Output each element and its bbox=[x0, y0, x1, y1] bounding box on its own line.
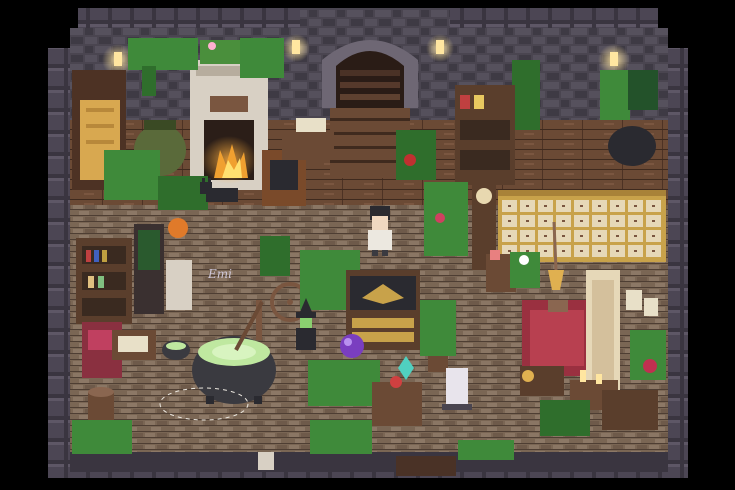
drawer-knob bbox=[634, 220, 637, 222]
drawer-knob bbox=[652, 235, 655, 237]
drawer-knob bbox=[634, 235, 637, 237]
spirit-figure[interactable] bbox=[442, 368, 472, 410]
drawer-knob bbox=[508, 250, 511, 252]
skull-stack bbox=[166, 260, 192, 310]
drawer-knob bbox=[508, 235, 511, 237]
drawer-knob bbox=[616, 205, 619, 207]
drawer-knob bbox=[598, 205, 601, 207]
witch-cottage-scene: Emi bbox=[0, 0, 735, 490]
pumpkin-icon bbox=[168, 218, 188, 238]
small-cauldron bbox=[162, 340, 190, 360]
dark-cauldron-right bbox=[608, 126, 656, 166]
drawer-knob bbox=[634, 205, 637, 207]
drawer-knob bbox=[562, 205, 565, 207]
drawer-knob bbox=[526, 250, 529, 252]
curio-cabinet[interactable] bbox=[134, 224, 164, 314]
farmer-character[interactable] bbox=[368, 206, 392, 256]
drawer-knob bbox=[526, 235, 529, 237]
drawer-knob bbox=[652, 250, 655, 252]
drawer-knob bbox=[580, 250, 583, 252]
drawer-knob bbox=[544, 205, 547, 207]
drawer-knob bbox=[652, 220, 655, 222]
crystal-ball[interactable] bbox=[340, 334, 364, 358]
bottom-skull bbox=[258, 452, 274, 470]
artist-signature: Emi bbox=[207, 267, 232, 281]
drawer-knob bbox=[598, 235, 601, 237]
drawer-knob bbox=[526, 220, 529, 222]
bottom-chest[interactable] bbox=[396, 456, 456, 476]
drawer-knob bbox=[598, 250, 601, 252]
drawer-knob bbox=[634, 250, 637, 252]
brown-rat bbox=[548, 300, 568, 312]
drawer-knob bbox=[508, 205, 511, 207]
drawer-knob bbox=[508, 220, 511, 222]
drawer-knob bbox=[562, 220, 565, 222]
tree-stump bbox=[88, 387, 114, 424]
bookshelf[interactable] bbox=[76, 238, 132, 324]
potion-shelf[interactable] bbox=[455, 85, 515, 185]
drawer-knob bbox=[544, 250, 547, 252]
drawer-knob bbox=[544, 235, 547, 237]
wooden-stool[interactable] bbox=[520, 366, 564, 396]
drawer-knob bbox=[544, 220, 547, 222]
front-wall-strip bbox=[70, 452, 668, 472]
drawer-knob bbox=[562, 250, 565, 252]
drawer-knob bbox=[616, 250, 619, 252]
wooden-bench[interactable] bbox=[602, 390, 658, 430]
scroll-table[interactable] bbox=[112, 330, 156, 360]
drawer-knob bbox=[616, 220, 619, 222]
drawer-knob bbox=[580, 205, 583, 207]
drawer-knob bbox=[598, 220, 601, 222]
drawer-knob bbox=[652, 205, 655, 207]
potted-flowers bbox=[510, 252, 540, 288]
drawer-knob bbox=[616, 235, 619, 237]
drawer-knob bbox=[580, 235, 583, 237]
drawer-knob bbox=[580, 220, 583, 222]
drawer-knob bbox=[562, 235, 565, 237]
drawer-knob bbox=[526, 205, 529, 207]
